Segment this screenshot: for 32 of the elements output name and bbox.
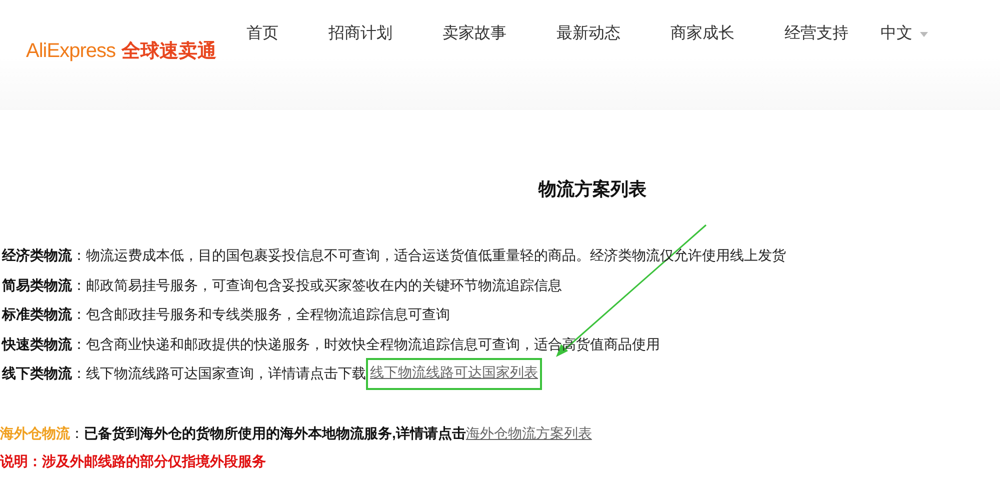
category-label: 快速类物流 — [2, 334, 72, 354]
label-colon: ： — [72, 276, 86, 294]
category-label: 线下类物流 — [2, 364, 72, 383]
nav-link[interactable]: 招商计划 — [328, 22, 392, 46]
label-colon: ： — [72, 334, 86, 354]
nav-link[interactable]: 卖家故事 — [442, 22, 506, 46]
category-description: 已备货到海外仓的货物所使用的海外本地物流服务,详情请点击 — [84, 424, 466, 443]
category-description: 物流运费成本低，目的国包裹妥投信息不可查询，适合运送货值低重量轻的商品。经济类物流仅允许使用线上发货 — [86, 246, 786, 265]
category-label: 标准类物流 — [2, 305, 72, 324]
download-link[interactable]: 线下物流线路可达国家列表 — [370, 364, 538, 380]
category-label: 经济类物流 — [2, 246, 72, 265]
logo-brand: AliExpress — [26, 39, 116, 64]
overseas-link[interactable]: 海外仓物流方案列表 — [466, 418, 592, 446]
nav-link[interactable]: 首页 — [246, 22, 278, 46]
nav-link[interactable]: 最新动态 — [556, 22, 620, 46]
note-text: 说明：涉及外邮线路的部分仅指境外段服务 — [0, 452, 267, 470]
language-selector[interactable]: 中文 — [880, 22, 928, 46]
category-label: 海外仓物流 — [0, 424, 70, 442]
logo[interactable]: AliExpress 全球速卖通 — [26, 36, 216, 66]
category-description: 线下物流线路可达国家查询，详情请点击下载 — [86, 364, 366, 383]
page-title: 物流方案列表 — [538, 178, 646, 201]
label-colon: ： — [72, 364, 86, 383]
nav-link[interactable]: 商家成长 — [670, 22, 734, 46]
category-description: 包含邮政挂号服务和专线类服务，全程物流追踪信息可查询 — [86, 305, 450, 324]
nav-link[interactable]: 经营支持 — [784, 22, 848, 46]
category-description: 邮政简易挂号服务，可查询包含妥投或买家签收在内的关键环节物流追踪信息 — [86, 276, 562, 294]
caret-icon — [920, 32, 928, 36]
label-colon: ： — [72, 305, 86, 324]
logo-name: 全球速卖通 — [121, 40, 216, 64]
label-colon: ： — [72, 246, 86, 265]
label-colon: ： — [70, 424, 84, 442]
category-label: 简易类物流 — [2, 276, 72, 294]
